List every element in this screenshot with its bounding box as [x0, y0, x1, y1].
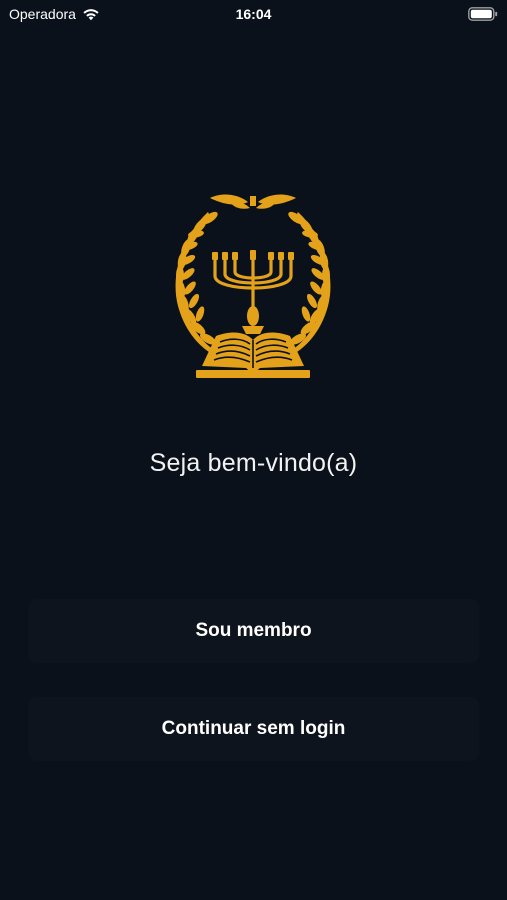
battery-icon: [468, 7, 498, 21]
status-bar: Operadora 16:04: [0, 0, 507, 28]
member-login-button[interactable]: Sou membro: [28, 599, 479, 663]
welcome-screen: Operadora 16:04 Seja bem-vindo(a) Sou me…: [0, 0, 507, 900]
continue-without-login-button[interactable]: Continuar sem login: [28, 697, 479, 761]
menorah-laurel-logo-icon: [175, 194, 331, 378]
continue-without-login-label: Continuar sem login: [161, 718, 346, 739]
member-login-label: Sou membro: [195, 620, 312, 641]
welcome-heading: Seja bem-vindo(a): [149, 449, 358, 477]
status-time: 16:04: [235, 6, 272, 22]
